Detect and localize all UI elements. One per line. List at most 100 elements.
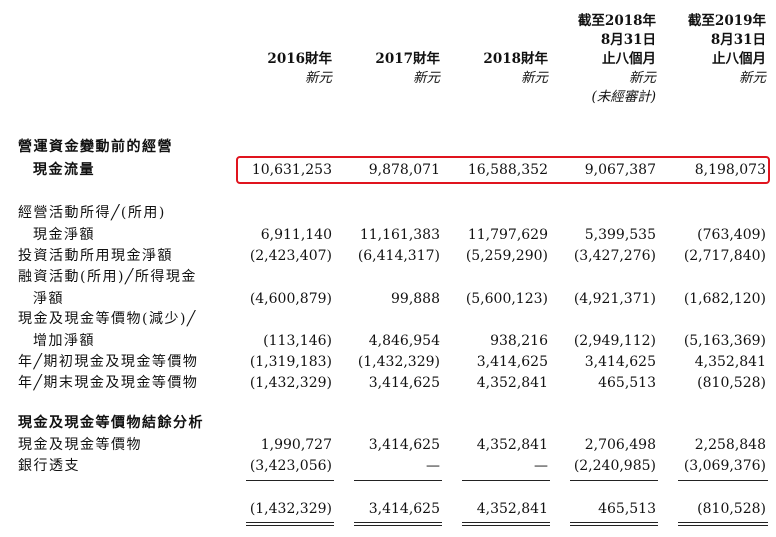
column-header-line: 截至2018年 [577, 13, 656, 29]
table-row: 融資活動(所用)╱所得現金 [0, 267, 776, 287]
subtotal-rule [462, 480, 550, 481]
table-row: 年╱期初現金及現金等價物 (1,319,183) (1,432,329) 3,4… [0, 352, 776, 372]
row-value: (2,423,407) [249, 248, 332, 264]
row-value: (1,432,329) [357, 354, 440, 370]
row-value: 11,797,629 [467, 227, 548, 243]
row-label: 現金及現金等價物 [18, 437, 142, 453]
column-header-line [330, 31, 440, 50]
row-value: 9,067,387 [584, 162, 656, 178]
total-double-rule [678, 522, 768, 523]
row-label: 營運資金變動前的經營 [18, 139, 173, 155]
row-value: (1,319,183) [249, 354, 332, 370]
table-row: 投資活動所用現金淨額 (2,423,407) (6,414,317) (5,25… [0, 246, 776, 266]
row-value: (6,414,317) [357, 248, 440, 264]
total-double-rule [462, 525, 550, 526]
column-currency: 新元 [739, 70, 766, 86]
row-value: (1,682,120) [683, 291, 766, 307]
column-header-line [438, 31, 548, 50]
row-value: 4,352,841 [476, 501, 548, 517]
row-value: 3,414,625 [368, 501, 440, 517]
column-currency: 新元 [305, 70, 332, 86]
subtotal-rule [678, 480, 768, 481]
row-label: 銀行透支 [18, 458, 80, 474]
row-value: (5,163,369) [683, 333, 766, 349]
row-label: 淨額 [33, 291, 64, 307]
cash-flow-statement: 2016財年 新元 2017財年 新元 2018財年 新元 截至2018年 8月… [0, 0, 776, 537]
column-unaudited-note: (未經審計) [591, 89, 656, 105]
row-value: (2,240,985) [573, 458, 656, 474]
row-value: (1,432,329) [249, 501, 332, 517]
row-value: 3,414,625 [476, 354, 548, 370]
total-double-rule [354, 522, 442, 523]
row-value: 2,258,848 [694, 437, 766, 453]
row-value: 16,588,352 [467, 162, 548, 178]
total-double-rule [570, 522, 658, 523]
table-row: 現金及現金等價物結餘分析 [0, 413, 776, 433]
row-label: 現金及現金等價物結餘分析 [18, 415, 204, 431]
column-header-8m-2018: 截至2018年 8月31日 止八個月 新元 (未經審計) [546, 12, 656, 107]
row-value: (3,069,376) [683, 458, 766, 474]
column-header-line [222, 31, 332, 50]
row-value: 3,414,625 [368, 437, 440, 453]
total-double-rule [570, 525, 658, 526]
column-header-line: 2018財年 [483, 51, 548, 67]
row-value: 6,911,140 [260, 227, 332, 243]
row-value: 4,352,841 [476, 437, 548, 453]
row-value: 9,878,071 [368, 162, 440, 178]
row-value: (3,427,276) [573, 248, 656, 264]
row-value: (113,146) [263, 333, 332, 349]
row-label: 現金淨額 [33, 227, 95, 243]
row-value: 8,198,073 [694, 162, 766, 178]
column-header-8m-2019: 截至2019年 8月31日 止八個月 新元 [656, 12, 766, 88]
row-value: 4,352,841 [476, 375, 548, 391]
column-header-2016: 2016財年 新元 [222, 12, 332, 88]
table-row: 經營活動所得╱(所用) [0, 203, 776, 223]
column-header-2017: 2017財年 新元 [330, 12, 440, 88]
column-header-line: 截至2019年 [687, 13, 766, 29]
row-label: 年╱期初現金及現金等價物 [18, 354, 199, 370]
row-value: (5,600,123) [465, 291, 548, 307]
table-row: 現金及現金等價物 1,990,727 3,414,625 4,352,841 2… [0, 435, 776, 455]
column-currency: 新元 [521, 70, 548, 86]
row-value: (810,528) [697, 375, 766, 391]
subtotal-rule [354, 480, 442, 481]
column-header-line: 止八個月 [602, 51, 656, 67]
row-label: 經營活動所得╱(所用) [18, 205, 166, 221]
column-header-line: 8月31日 [600, 32, 656, 48]
row-value: (763,409) [697, 227, 766, 243]
column-header-line: 8月31日 [710, 32, 766, 48]
column-header-line [438, 12, 548, 31]
row-value: 5,399,535 [584, 227, 656, 243]
column-header-2018: 2018財年 新元 [438, 12, 548, 88]
table-row-total: (1,432,329) 3,414,625 4,352,841 465,513 … [0, 499, 776, 519]
row-value: (4,921,371) [573, 291, 656, 307]
subtotal-rule [246, 480, 334, 481]
subtotal-rule [570, 480, 658, 481]
column-header-line: 止八個月 [712, 51, 766, 67]
column-header-line [330, 12, 440, 31]
total-double-rule [354, 525, 442, 526]
row-value: 1,990,727 [260, 437, 332, 453]
row-value: — [534, 458, 548, 474]
row-value: 99,888 [391, 291, 440, 307]
row-value: 3,414,625 [584, 354, 656, 370]
table-row: 營運資金變動前的經營 [0, 137, 776, 157]
column-currency: 新元 [413, 70, 440, 86]
row-value: (810,528) [697, 501, 766, 517]
row-value: (3,423,056) [249, 458, 332, 474]
column-header-line [222, 12, 332, 31]
column-currency: 新元 [629, 70, 656, 86]
row-value: 465,513 [598, 375, 656, 391]
row-value: 2,706,498 [584, 437, 656, 453]
row-value: 3,414,625 [368, 375, 440, 391]
total-double-rule [678, 525, 768, 526]
column-header-line: 2017財年 [375, 51, 440, 67]
row-value: 4,352,841 [694, 354, 766, 370]
table-row: 現金淨額 6,911,140 11,161,383 11,797,629 5,3… [0, 225, 776, 245]
row-value: (2,949,112) [573, 333, 656, 349]
row-value: 10,631,253 [251, 162, 332, 178]
row-value: 11,161,383 [359, 227, 440, 243]
table-row: 銀行透支 (3,423,056) — — (2,240,985) (3,069,… [0, 456, 776, 476]
row-label: 增加淨額 [33, 333, 95, 349]
row-label: 年╱期末現金及現金等價物 [18, 375, 199, 391]
